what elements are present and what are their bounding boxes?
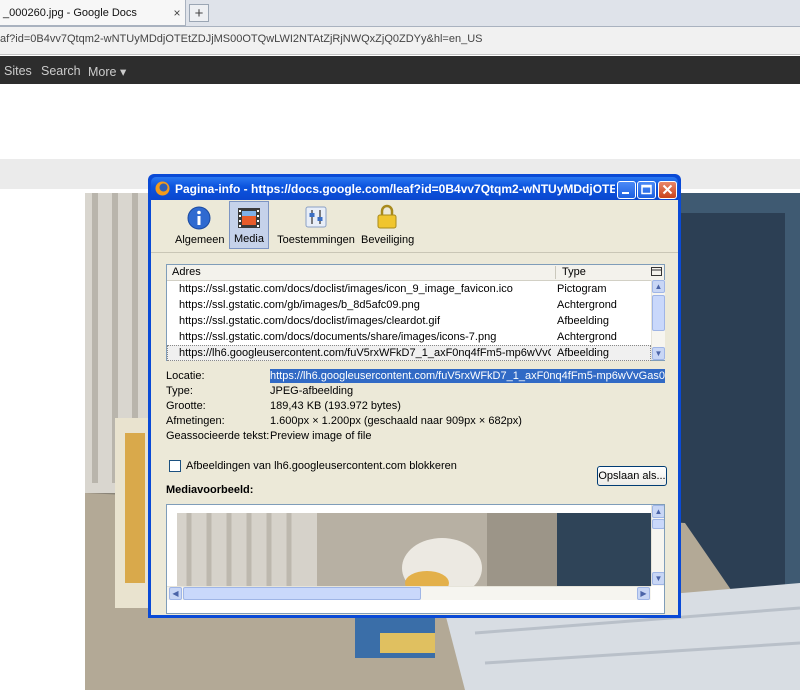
close-icon [662,184,673,195]
row-type: Achtergrond [557,331,617,343]
scroll-thumb[interactable] [652,295,665,331]
toolbar-divider [151,252,678,253]
list-item-selected[interactable]: https://lh6.googleusercontent.com/fuV5rx… [167,345,651,361]
type-value: JPEG-afbeelding [270,385,354,397]
minimize-icon [622,192,629,194]
settings-sliders-icon [305,206,327,228]
size-label: Grootte: [166,400,206,412]
preview-image [177,513,651,591]
alt-text-label: Geassocieerde tekst: [166,430,270,442]
tab-general[interactable]: Algemeen [175,201,225,249]
scroll-down-icon[interactable]: ▼ [652,347,665,360]
tab-security-label: Beveiliging [361,234,415,246]
gbar-sites-link[interactable]: Sites [4,64,32,78]
list-item[interactable]: https://ssl.gstatic.com/docs/doclist/ima… [167,281,651,297]
lock-icon [377,204,397,229]
firefox-icon [155,181,170,196]
tab-media-label: Media [234,233,264,245]
tab-close-icon[interactable]: × [170,6,184,20]
row-address: https://ssl.gstatic.com/docs/documents/s… [179,331,497,343]
column-header-address[interactable]: Adres [172,266,201,278]
tab-media[interactable]: Media [229,201,269,249]
tab-permissions-label: Toestemmingen [277,234,355,246]
row-type: Pictogram [557,283,607,295]
scroll-up-icon[interactable]: ▲ [652,505,664,518]
scroll-thumb[interactable] [183,587,421,600]
google-bar: Sites Search More ▾ [0,56,800,84]
row-address: https://ssl.gstatic.com/docs/doclist/ima… [179,283,513,295]
page-info-dialog: Pagina-info - https://docs.google.com/le… [148,174,681,618]
location-field[interactable]: https://lh6.googleusercontent.com/fuV5rx… [270,369,665,383]
gbar-search-link[interactable]: Search [41,64,81,78]
scroll-thumb[interactable] [652,519,664,529]
save-as-button[interactable]: Opslaan als... [597,466,667,486]
list-scrollbar[interactable]: ▲ ▼ [651,280,665,360]
tab-bar: _000260.jpg - Google Docs × + [0,0,800,27]
info-icon [187,206,211,230]
column-divider[interactable] [555,266,556,279]
scroll-left-icon[interactable]: ◀ [169,587,182,600]
scroll-right-icon[interactable]: ▶ [637,587,650,600]
list-item[interactable]: https://ssl.gstatic.com/docs/documents/s… [167,329,651,345]
tab-security[interactable]: Beveiliging [361,201,415,249]
dimensions-label: Afmetingen: [166,415,225,427]
close-button[interactable] [658,181,677,199]
block-images-checkbox[interactable] [169,460,181,472]
alt-text-value: Preview image of file [270,430,372,442]
maximize-button[interactable] [637,181,656,199]
dialog-body: Algemeen Media Toestemmingen Beveiliging… [151,200,678,615]
type-label: Type: [166,385,193,397]
dialog-title: Pagina-info - https://docs.google.com/le… [175,182,615,196]
media-preview[interactable]: ▲ ▼ ◀ ▶ [166,504,665,614]
url-text[interactable]: af?id=0B4vv7Qtqm2-wNTUyMDdjOTEtZDJjMS00O… [0,33,482,45]
preview-horizontal-scrollbar[interactable]: ◀ ▶ [167,586,651,600]
tab-general-label: Algemeen [175,234,225,246]
row-address: https://ssl.gstatic.com/gb/images/b_8d5a… [179,299,420,311]
column-header-type[interactable]: Type [562,266,586,278]
maximize-icon [641,184,652,195]
column-picker-icon[interactable] [651,267,662,278]
media-list[interactable]: Adres Type https://ssl.gstatic.com/docs/… [166,264,665,361]
scroll-up-icon[interactable]: ▲ [652,280,665,293]
film-icon [238,208,260,228]
new-tab-button[interactable]: + [189,4,209,22]
tab-permissions[interactable]: Toestemmingen [277,201,355,249]
browser-tab[interactable]: _000260.jpg - Google Docs [0,0,186,26]
row-type: Achtergrond [557,299,617,311]
block-images-label[interactable]: Afbeeldingen van lh6.googleusercontent.c… [186,460,457,472]
media-preview-heading: Mediavoorbeeld: [166,484,254,496]
scroll-down-icon[interactable]: ▼ [652,572,664,585]
list-header: Adres Type [167,265,664,281]
tab-title: _000260.jpg - Google Docs [3,7,137,19]
row-address: https://ssl.gstatic.com/docs/doclist/ima… [179,315,441,327]
dimensions-value: 1.600px × 1.200px (geschaald naar 909px … [270,415,522,427]
dialog-title-bar[interactable]: Pagina-info - https://docs.google.com/le… [151,177,678,200]
row-type: Afbeelding [557,315,609,327]
url-bar[interactable]: af?id=0B4vv7Qtqm2-wNTUyMDdjOTEtZDJjMS00O… [0,27,800,55]
size-value: 189,43 KB (193.972 bytes) [270,400,401,412]
preview-vertical-scrollbar[interactable]: ▲ ▼ [651,505,664,586]
row-address: https://lh6.googleusercontent.com/fuV5rx… [179,347,551,359]
location-label: Locatie: [166,370,205,382]
row-type: Afbeelding [557,347,609,359]
gbar-more-menu[interactable]: More ▾ [88,64,126,79]
minimize-button[interactable] [617,181,636,199]
list-item[interactable]: https://ssl.gstatic.com/gb/images/b_8d5a… [167,297,651,313]
list-item[interactable]: https://ssl.gstatic.com/docs/doclist/ima… [167,313,651,329]
